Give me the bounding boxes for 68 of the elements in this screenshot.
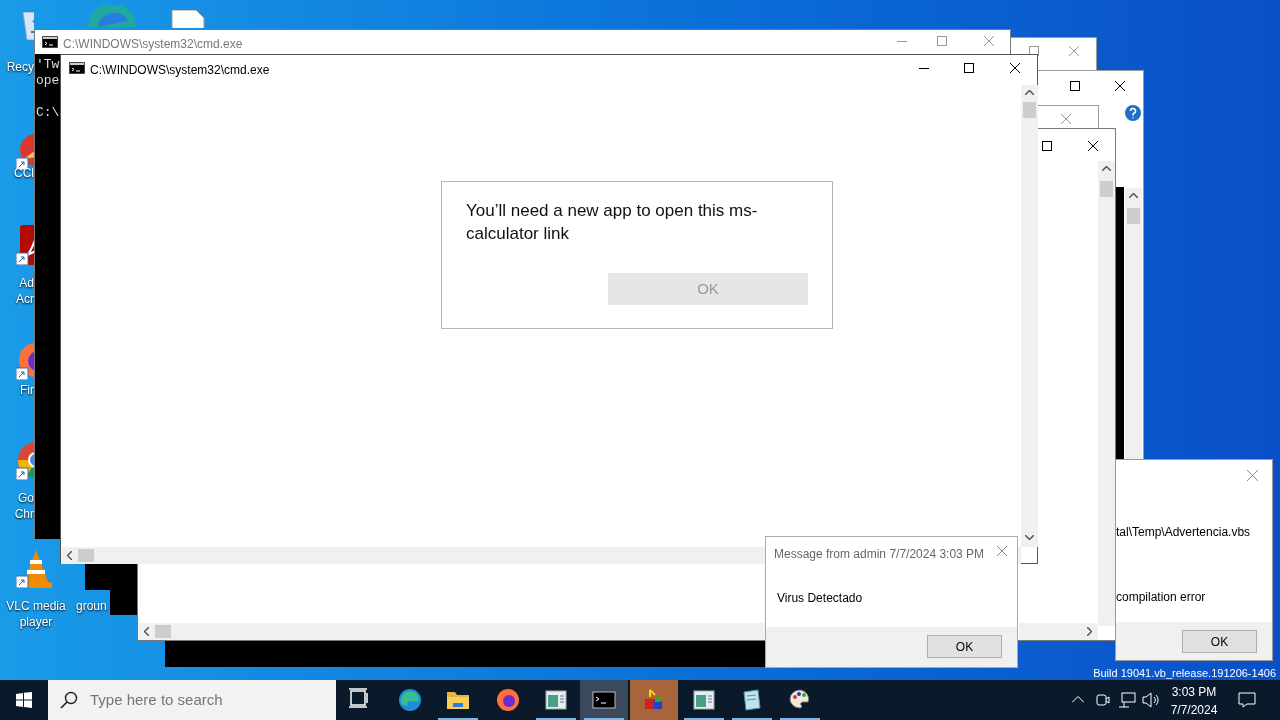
edge-icon — [88, 5, 136, 27]
maximize-icon[interactable] — [1070, 81, 1080, 91]
close-icon[interactable] — [1088, 141, 1098, 151]
search-icon — [60, 691, 78, 709]
scroll-thumb[interactable] — [155, 625, 171, 638]
window-title: C:\WINDOWS\system32\cmd.exe — [90, 62, 270, 79]
icon-label[interactable]: Go Chr — [6, 490, 34, 522]
camera-icon[interactable] — [1096, 692, 1110, 708]
ok-button[interactable]: OK — [927, 635, 1002, 658]
scroll-right-icon[interactable] — [1087, 627, 1092, 636]
window-title: Message from admin 7/7/2024 3:03 PM — [774, 546, 985, 563]
console-icon — [592, 688, 616, 712]
ok-button[interactable]: OK — [1182, 630, 1257, 653]
icon-label[interactable]: Ad Acr — [6, 275, 34, 307]
edge-icon — [398, 688, 422, 712]
scroll-left-icon[interactable] — [67, 551, 72, 560]
console-icon — [69, 62, 85, 74]
window-title: C:\WINDOWS\system32\cmd.exe — [63, 36, 243, 53]
notification-icon[interactable] — [1238, 692, 1256, 708]
scrollbar[interactable] — [1098, 161, 1115, 626]
chevron-up-icon[interactable] — [1072, 696, 1084, 703]
scrollbar[interactable] — [138, 623, 766, 640]
icon-label[interactable]: CCl — [6, 165, 34, 181]
dialog-message: You’ll need a new app to open this ms-calculator link — [466, 200, 759, 245]
scroll-up-icon[interactable] — [1025, 90, 1034, 95]
help-icon[interactable] — [1125, 105, 1141, 121]
file-path: tal\Temp\Advertencia.vbs — [1116, 526, 1251, 538]
console-icon — [42, 36, 58, 48]
search-field[interactable]: Type here to search — [88, 687, 328, 713]
close-icon[interactable] — [1010, 63, 1020, 73]
palette-icon — [788, 688, 812, 712]
console-line: C:\ — [36, 105, 60, 121]
scroll-thumb[interactable] — [1127, 208, 1140, 224]
window-icon — [544, 688, 568, 712]
scroll-up-icon[interactable] — [1129, 193, 1138, 198]
message-text: Virus Detectado — [777, 592, 863, 604]
scroll-left-icon[interactable] — [144, 627, 149, 636]
scrollbar[interactable] — [1019, 623, 1098, 640]
network-icon[interactable] — [1118, 692, 1136, 708]
icon-label[interactable]: groun — [76, 598, 104, 614]
scroll-thumb[interactable] — [78, 549, 94, 562]
clock-time[interactable]: 3:03 PM — [1164, 683, 1224, 701]
scroll-up-icon[interactable] — [1102, 166, 1111, 171]
scroll-thumb[interactable] — [1023, 102, 1036, 118]
taskbar-app[interactable] — [580, 680, 628, 720]
scroll-thumb[interactable] — [1100, 181, 1113, 197]
firefox-icon — [496, 688, 520, 712]
maximize-icon[interactable] — [964, 63, 974, 73]
scrollbar[interactable] — [1021, 85, 1038, 547]
speaker-icon[interactable] — [1142, 692, 1160, 708]
recycle-bin-icon — [19, 12, 34, 40]
scroll-down-icon[interactable] — [1025, 535, 1034, 540]
close-icon[interactable] — [1115, 81, 1125, 91]
console-line: 'Tw — [36, 57, 60, 73]
notepad-icon — [740, 688, 764, 712]
search-bar[interactable]: Type here to search — [48, 680, 336, 720]
error-text: compilation error — [1116, 591, 1206, 603]
window-icon — [692, 688, 716, 712]
build-label: Build 19041.vb_release.191206-1406 — [1093, 666, 1276, 681]
console-line: ope — [36, 73, 60, 89]
windows-start-icon[interactable] — [16, 692, 32, 708]
clock-date[interactable]: 7/7/2024 — [1164, 701, 1224, 719]
acrobat-icon[interactable] — [16, 225, 34, 265]
icon-label[interactable]: Fir — [6, 382, 34, 398]
minimize-icon[interactable] — [919, 68, 929, 70]
maximize-icon[interactable] — [1042, 141, 1052, 151]
icon-label[interactable]: VLC media player — [6, 598, 66, 630]
icon-label[interactable]: Recy — [6, 59, 34, 75]
